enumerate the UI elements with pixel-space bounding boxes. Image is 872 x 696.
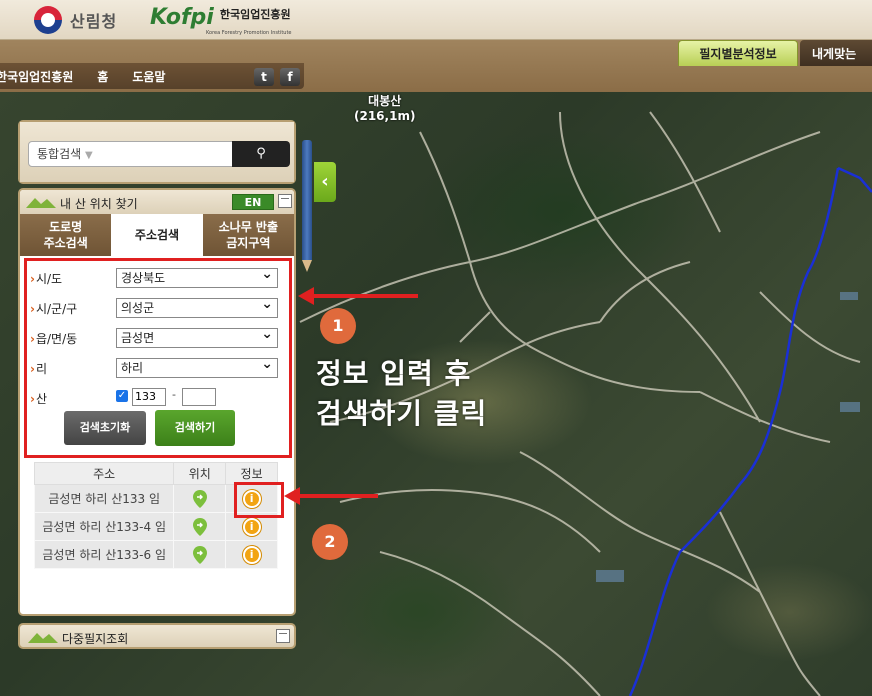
kofpi-korean-name: 한국임업진흥원 — [219, 8, 291, 21]
pencil-divider — [302, 140, 312, 272]
tab-address-search-label: 주소검색 — [134, 228, 180, 242]
forest-service-name: 산림청 — [70, 12, 118, 31]
top-tabs: 필지별분석정보 내게맞는 — [678, 40, 872, 66]
tab-road-address-line1: 도로명 — [49, 220, 83, 234]
arrow-left-icon — [298, 287, 418, 305]
search-input[interactable]: 통합검색 ▼ — [28, 141, 234, 167]
instruction-line1: 정보 입력 후 — [316, 357, 472, 390]
result-address: 금성면 하리 산133-6 임 — [33, 540, 175, 569]
table-row: 금성면 하리 산133-6 임 i — [33, 540, 278, 569]
collapse-panel-button[interactable]: ‹ — [314, 162, 336, 202]
boundary-line — [628, 166, 872, 696]
tab-address-search[interactable]: 주소검색 — [111, 214, 203, 256]
tab-parcel-analysis[interactable]: 필지별분석정보 — [678, 40, 798, 66]
highlight-form-box — [24, 258, 292, 458]
location-pin-icon[interactable] — [173, 512, 227, 541]
chevron-down-icon: ▼ — [85, 150, 93, 161]
result-address: 금성면 하리 산133-4 임 — [33, 512, 175, 541]
search-panel: 통합검색 ▼ ⚲ — [18, 120, 296, 184]
info-icon: i — [242, 545, 261, 564]
top-header: 산림청 Kofpi 한국임업진흥원 Korea Forestry Promoti… — [0, 0, 872, 40]
english-toggle[interactable]: EN — [232, 194, 274, 210]
multi-parcel-panel[interactable]: 다중필지조회 — [18, 623, 296, 649]
tab-road-address-line2: 주소검색 — [43, 236, 88, 250]
twitter-icon[interactable]: t — [254, 68, 274, 86]
search-input-label: 통합검색 — [37, 147, 82, 161]
minimize-icon[interactable] — [276, 629, 290, 643]
kofpi-logo[interactable]: Kofpi 한국임업진흥원 Korea Forestry Promotion I… — [150, 5, 292, 37]
chevron-left-icon: ‹ — [321, 171, 329, 192]
step-badge-2: 2 — [312, 524, 348, 560]
col-location: 위치 — [173, 462, 227, 485]
location-pin-icon[interactable] — [173, 540, 227, 569]
search-button[interactable]: ⚲ — [232, 141, 290, 167]
find-panel-title: 내 산 위치 찾기 — [60, 197, 138, 211]
tab-road-address[interactable]: 도로명주소검색 — [20, 214, 112, 256]
forest-service-logo[interactable]: 산림청 — [34, 6, 117, 34]
col-address: 주소 — [33, 462, 175, 485]
find-panel-header: 내 산 위치 찾기 EN — [20, 190, 294, 214]
tab-pine-line2: 금지구역 — [226, 236, 271, 250]
search-bar: 통합검색 ▼ ⚲ — [20, 122, 294, 182]
mountain-icon — [26, 198, 56, 208]
peak-height: (216,1m) — [354, 109, 416, 123]
info-button[interactable]: i — [225, 540, 278, 569]
nav-help[interactable]: 도움말 — [132, 68, 165, 85]
minimize-icon[interactable] — [278, 194, 292, 208]
arrow-left-icon — [284, 487, 378, 505]
tab-pine-line1: 소나무 반출 — [218, 220, 279, 234]
info-icon: i — [242, 517, 261, 536]
peak-name: 대봉산 — [368, 94, 402, 108]
tab-pine-restriction[interactable]: 소나무 반출금지구역 — [202, 214, 294, 256]
main-nav: 한국임업진흥원 홈 도움말 t f — [0, 63, 304, 89]
kofpi-english-name: Korea Forestry Promotion Institute — [206, 30, 292, 36]
peak-label: 대봉산 (216,1m) — [354, 92, 415, 123]
kofpi-wordmark: Kofpi — [150, 5, 214, 30]
location-pin-icon[interactable] — [173, 484, 227, 513]
taegeuk-icon — [34, 6, 62, 34]
step-badge-1: 1 — [320, 308, 356, 344]
search-icon: ⚲ — [256, 146, 266, 161]
instruction-line2: 검색하기 클릭 — [316, 397, 488, 430]
tab-custom[interactable]: 내게맞는 — [800, 40, 872, 66]
instruction-text: 정보 입력 후 검색하기 클릭 — [316, 354, 487, 434]
highlight-info-box — [234, 482, 284, 518]
mountain-icon — [28, 633, 58, 643]
nav-kofpi[interactable]: 한국임업진흥원 — [0, 68, 73, 85]
multi-panel-title: 다중필지조회 — [62, 632, 129, 646]
result-address: 금성면 하리 산133 임 — [33, 484, 175, 513]
facebook-icon[interactable]: f — [280, 68, 300, 86]
nav-home[interactable]: 홈 — [97, 68, 108, 85]
find-tabs: 도로명주소검색 주소검색 소나무 반출금지구역 — [20, 214, 294, 256]
